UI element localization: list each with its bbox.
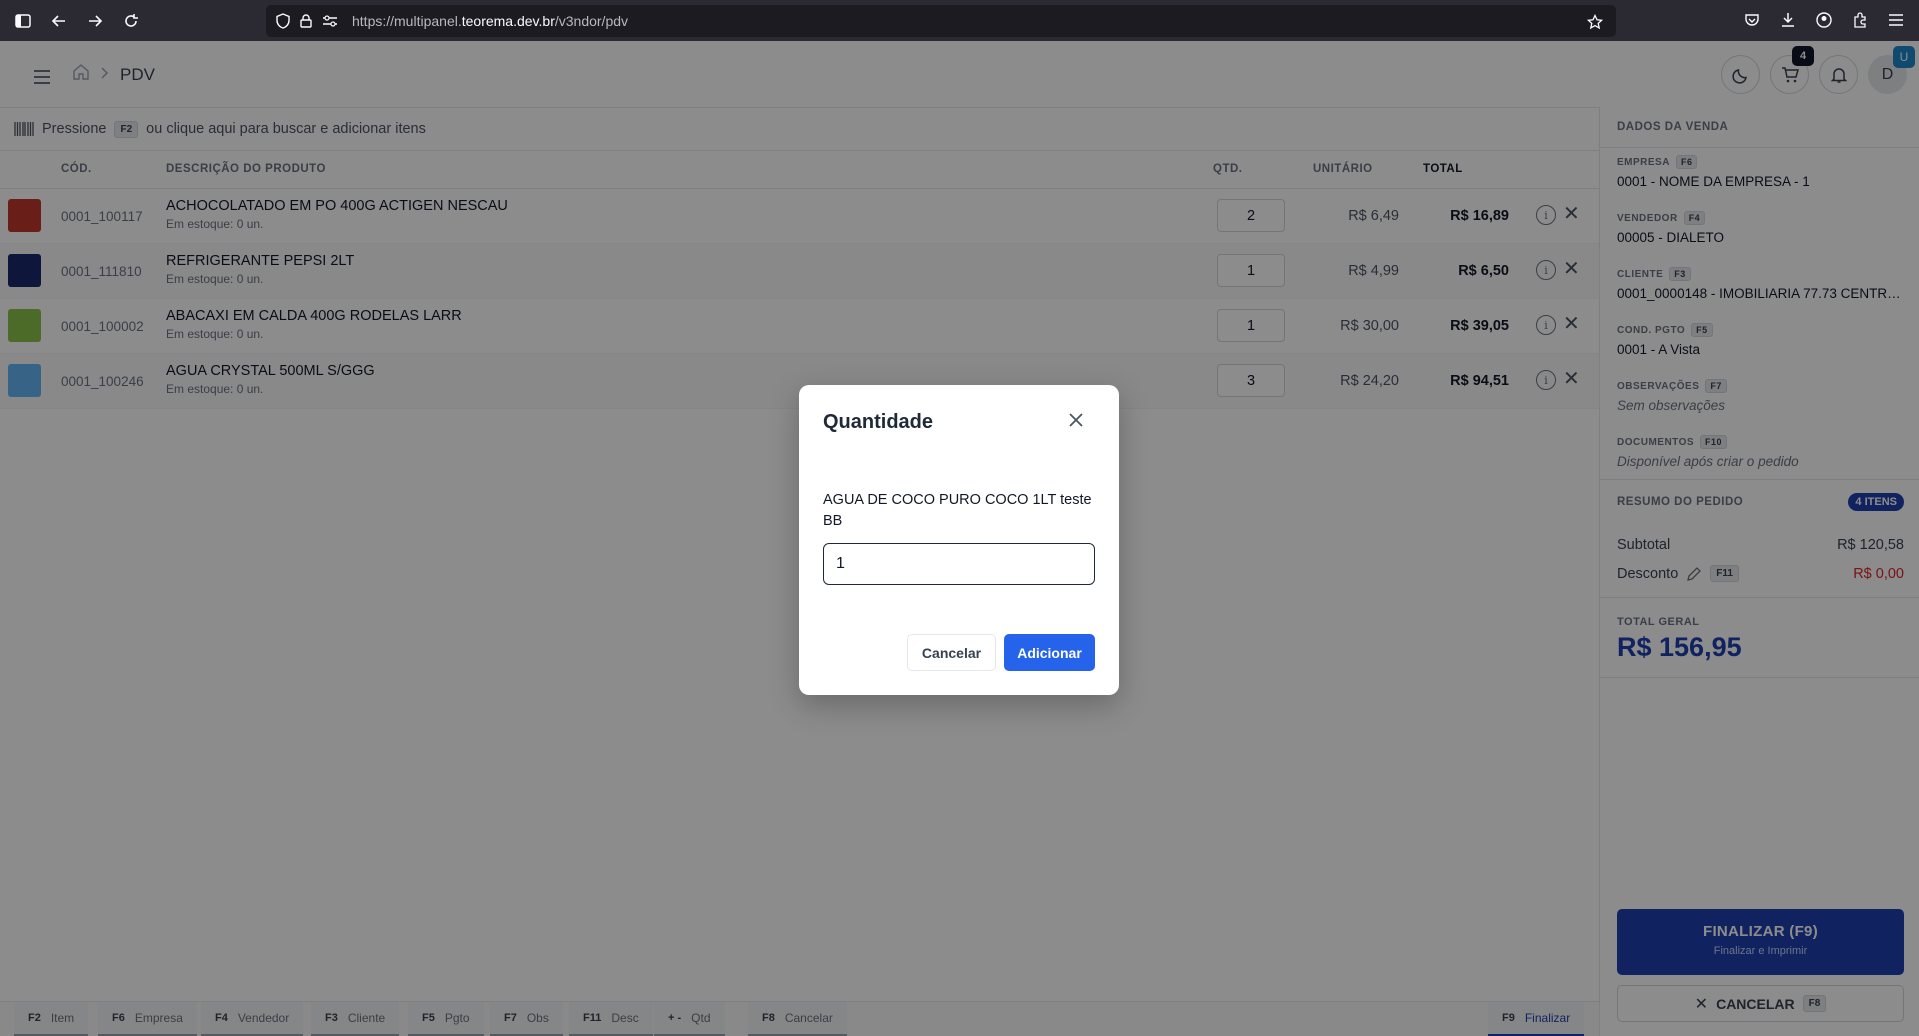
- bookmark-star-icon[interactable]: [1580, 7, 1610, 37]
- permissions-icon: [323, 15, 337, 27]
- pocket-icon[interactable]: [1737, 5, 1767, 35]
- quantity-input[interactable]: [823, 543, 1095, 585]
- back-icon[interactable]: [44, 6, 74, 36]
- browser-toolbar: https://multipanel.teorema.dev.br/v3ndor…: [0, 0, 1919, 41]
- close-icon[interactable]: [1063, 407, 1089, 440]
- cancel-button[interactable]: Cancelar: [907, 634, 996, 671]
- extensions-icon[interactable]: [1845, 5, 1875, 35]
- forward-icon[interactable]: [80, 6, 110, 36]
- reload-icon[interactable]: [116, 6, 146, 36]
- lock-icon: [300, 14, 312, 28]
- shield-icon: [276, 13, 290, 29]
- quantity-dialog: Quantidade AGUA DE COCO PURO COCO 1LT te…: [799, 385, 1119, 695]
- url-text: https://multipanel.teorema.dev.br/v3ndor…: [352, 13, 629, 29]
- downloads-icon[interactable]: [1773, 5, 1803, 35]
- add-button[interactable]: Adicionar: [1004, 634, 1095, 671]
- address-bar[interactable]: https://multipanel.teorema.dev.br/v3ndor…: [266, 5, 1616, 37]
- dialog-title: Quantidade: [823, 411, 934, 433]
- dialog-product-name: AGUA DE COCO PURO COCO 1LT teste BB: [823, 492, 1092, 529]
- sidebar-toggle-icon[interactable]: [8, 6, 38, 36]
- account-icon[interactable]: [1809, 5, 1839, 35]
- menu-icon[interactable]: [1881, 5, 1911, 35]
